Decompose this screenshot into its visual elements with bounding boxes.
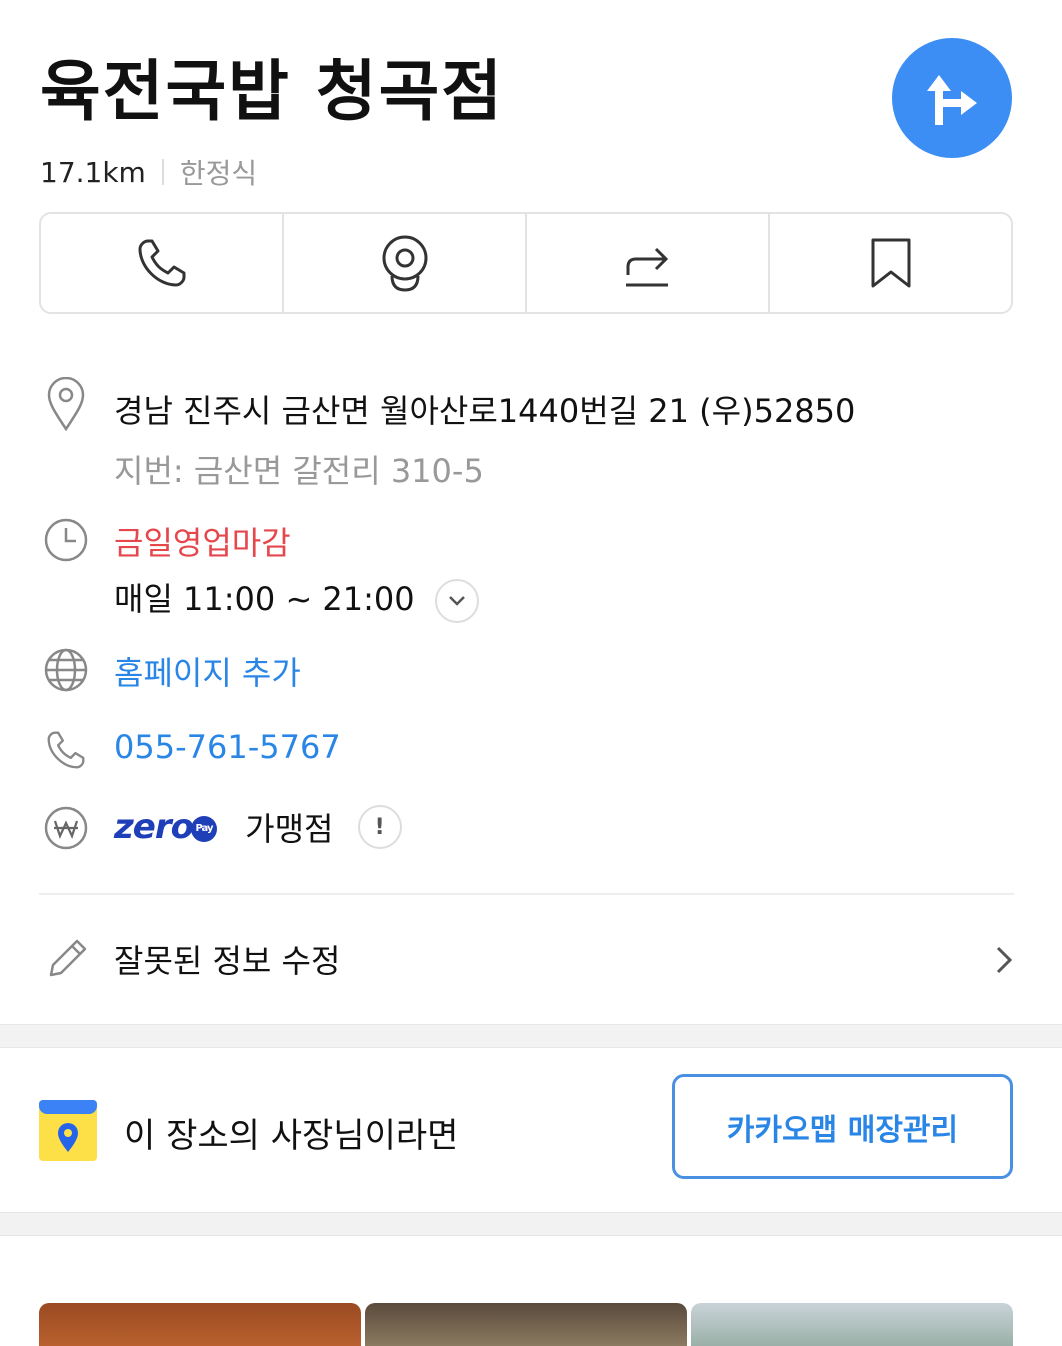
address-row: 경남 진주시 금산면 월아산로1440번길 21 (우)52850 지번: 금산… [42,377,1022,490]
place-title: 육전국밥 청곡점 [40,53,505,130]
pencil-icon [42,932,90,980]
section-divider [39,893,1014,895]
action-bar [39,212,1013,314]
phone-icon [138,239,185,287]
bookmark-icon [871,238,910,288]
directions-button[interactable] [892,38,1012,158]
section-separator [0,1212,1062,1236]
photo-strip [39,1303,1013,1346]
hours-row: 금일영업마감 매일 11:00 ~ 21:00 [42,516,1022,626]
lot-address: 지번: 금산면 갈전리 310-5 [114,452,484,490]
place-header: 육전국밥 청곡점 17.1km 한정식 [40,30,1020,190]
call-button[interactable] [41,214,284,312]
place-meta: 17.1km 한정식 [40,152,257,192]
won-icon [42,804,90,852]
phone-number-link[interactable]: 055-761-5767 [114,728,341,766]
meta-separator [161,159,164,185]
add-homepage-link[interactable]: 홈페이지 추가 [114,648,301,694]
phone-row: 055-761-5767 [42,726,1022,776]
category-text: 한정식 [179,157,258,190]
store-manage-button[interactable]: 카카오맵 매장관리 [672,1074,1013,1179]
phone-icon [42,726,90,774]
share-icon [625,247,668,287]
zeropay-row: zero Pay 가맹점 ! [42,804,1022,854]
owner-prompt: 이 장소의 사장님이라면 [124,1116,459,1156]
open-status: 금일영업마감 [114,524,291,562]
section-separator [0,1024,1062,1048]
edit-info-label: 잘못된 정보 수정 [114,942,341,980]
bookmark-button[interactable] [770,214,1011,312]
homepage-row: 홈페이지 추가 [42,646,1022,696]
hours-schedule-line: 매일 11:00 ~ 21:00 [114,574,479,623]
zeropay-label: 가맹점 [245,810,334,848]
hours-schedule: 매일 11:00 ~ 21:00 [114,580,415,618]
photo-thumbnail[interactable] [365,1303,687,1346]
zeropay-line: zero Pay 가맹점 ! [114,804,402,850]
edit-info-row[interactable]: 잘못된 정보 수정 [42,932,1022,984]
location-pin-icon [42,377,90,431]
roadview-button[interactable] [284,214,527,312]
globe-icon [42,646,90,694]
chevron-down-icon [448,596,465,606]
chevron-right-icon [996,946,1013,974]
distance-text: 17.1km [40,155,146,189]
directions-icon [927,75,977,125]
zeropay-logo: zero Pay [114,807,217,847]
zeropay-info-button[interactable]: ! [357,805,402,849]
photo-thumbnail[interactable] [691,1303,1013,1346]
photo-thumbnail[interactable] [39,1303,361,1346]
road-address: 경남 진주시 금산면 월아산로1440번길 21 (우)52850 [114,392,856,430]
store-icon [39,1100,97,1161]
hours-expand-button[interactable] [434,579,479,623]
clock-icon [42,516,90,564]
share-button[interactable] [527,214,770,312]
roadview-camera-icon [382,235,427,292]
